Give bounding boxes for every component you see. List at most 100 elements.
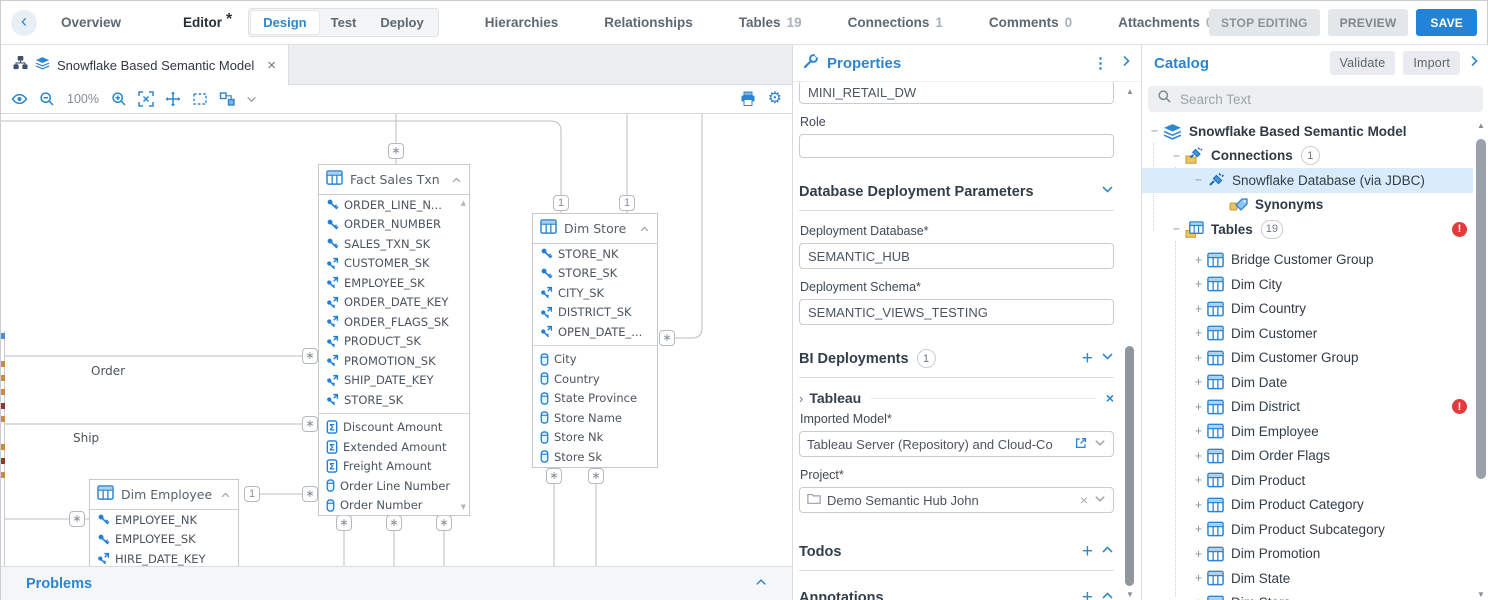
entity-field-row[interactable]: STORE_SK [319,390,469,410]
marquee-select-icon[interactable] [192,91,208,107]
entity-field-row[interactable]: ΣDiscount Amount [319,418,469,438]
mode-deploy[interactable]: Deploy [368,11,435,34]
entity-collapse-chevron-icon[interactable] [220,485,231,504]
deployment-database-field[interactable] [799,243,1114,269]
entity-header[interactable]: Fact Sales Txn [319,165,469,195]
tree-item-dim-city[interactable]: +Dim City [1142,272,1473,297]
tab-close-icon[interactable]: × [267,58,276,73]
save-button[interactable]: SAVE [1416,9,1477,36]
tree-item-snowflake-based-semantic-model[interactable]: −Snowflake Based Semantic Model [1142,119,1473,144]
tree-expander[interactable]: + [1192,253,1205,267]
preview-button[interactable]: PREVIEW [1328,9,1409,36]
catalog-scrollbar[interactable]: ▲ ▼ [1473,119,1488,600]
catalog-search[interactable] [1148,86,1483,112]
import-button[interactable]: Import [1403,51,1460,75]
entity-field-row[interactable]: ORDER_FLAGS_SK [319,312,469,332]
stop-editing-button[interactable]: STOP EDITING [1209,9,1320,36]
entity-fact-sales-txn[interactable]: Fact Sales TxnORDER_LINE_N...ORDER_NUMBE… [318,164,470,516]
fit-to-screen-icon[interactable] [138,91,154,107]
clear-project-icon[interactable]: × [1080,492,1088,508]
diagram-canvas[interactable]: Order Ship Fact Sales TxnORDER_LINE_N...… [1,114,792,566]
tree-item-dim-country[interactable]: +Dim Country [1142,297,1473,322]
entity-field-row[interactable]: Country [533,369,657,389]
tree-item-synonyms[interactable]: Synonyms [1142,193,1473,218]
add-todo-button[interactable]: + [1082,545,1093,559]
tree-item-dim-employee[interactable]: +Dim Employee [1142,419,1473,444]
toolbar-dropdown-caret-icon[interactable] [246,94,257,105]
tree-item-dim-product[interactable]: +Dim Product [1142,468,1473,493]
entity-field-row[interactable]: EMPLOYEE_SK [90,530,238,550]
entity-field-row[interactable]: ORDER_DATE_KEY [319,293,469,313]
tree-expander[interactable]: + [1192,547,1205,561]
entity-collapse-chevron-icon[interactable] [639,219,650,238]
tree-expander[interactable]: + [1192,375,1205,389]
mode-test[interactable]: Test [319,11,369,34]
tree-expander[interactable]: − [1170,149,1183,163]
mode-design[interactable]: Design [251,11,318,34]
properties-collapse-chevron-icon[interactable] [1120,54,1133,73]
entity-field-row[interactable]: CITY_SK [533,283,657,303]
entity-field-row[interactable]: Store Name [533,408,657,428]
imported-model-select[interactable]: Tableau Server (Repository) and Cloud-Co [799,431,1114,457]
remove-tableau-deployment-icon[interactable]: × [1106,390,1114,406]
entity-scroll-down-icon[interactable]: ▼ [461,503,466,511]
nav-comments[interactable]: Comments0 [989,15,1072,30]
tree-item-dim-product-subcategory[interactable]: +Dim Product Subcategory [1142,517,1473,542]
tree-expander[interactable]: + [1192,424,1205,438]
entity-field-row[interactable]: City [533,350,657,370]
tree-expander[interactable]: + [1192,400,1205,414]
entity-dim-employee[interactable]: Dim EmployeeEMPLOYEE_NKEMPLOYEE_SKHIRE_D… [89,479,239,566]
entity-field-row[interactable]: SALES_TXN_SK [319,234,469,254]
imported-model-dropdown-chevron-icon[interactable] [1094,437,1106,452]
entity-field-row[interactable]: CUSTOMER_SK [319,254,469,274]
entity-field-row[interactable]: Order Line Number [319,476,469,496]
tree-item-dim-customer[interactable]: +Dim Customer [1142,321,1473,346]
search-input[interactable] [1180,92,1430,107]
tree-expander[interactable]: + [1192,596,1205,600]
role-field[interactable] [799,134,1114,158]
entity-scroll-up-icon[interactable]: ▲ [461,199,466,207]
relationship-label-ship[interactable]: Ship [73,431,99,445]
tree-expander[interactable]: + [1192,277,1205,291]
entity-field-row[interactable]: STORE_SK [533,264,657,284]
problems-collapse-chevron-icon[interactable] [754,575,768,593]
entity-field-row[interactable]: Store Nk [533,428,657,448]
entity-field-row[interactable]: EMPLOYEE_SK [319,273,469,293]
tree-expander[interactable]: + [1192,326,1205,340]
print-icon[interactable] [740,91,756,107]
add-bi-deployment-button[interactable]: + [1082,352,1093,366]
tree-expander[interactable]: + [1192,473,1205,487]
tree-expander[interactable]: + [1192,571,1205,585]
tree-item-dim-customer-group[interactable]: +Dim Customer Group [1142,346,1473,371]
back-button[interactable]: ‹ [11,10,37,36]
tree-expander[interactable]: + [1192,522,1205,536]
model-tab[interactable]: Snowflake Based Semantic Model × [1,45,289,85]
tree-item-dim-district[interactable]: +Dim District! [1142,395,1473,420]
pan-move-icon[interactable] [165,91,181,107]
zoom-in-icon[interactable] [111,91,127,107]
bi-deployments-collapse-chevron-icon[interactable] [1101,350,1114,368]
nav-overview[interactable]: Overview [61,15,121,30]
entity-field-row[interactable]: Order Number [319,496,469,516]
properties-scrollbar[interactable]: ▲ ▼ [1123,85,1137,599]
entity-field-row[interactable]: OPEN_DATE_... [533,322,657,342]
auto-layout-icon[interactable] [219,91,235,107]
entity-field-row[interactable]: State Province [533,389,657,409]
scroll-up-arrow-icon[interactable]: ▲ [1477,121,1485,130]
annotations-collapse-chevron-icon[interactable] [1101,589,1114,600]
tree-expander[interactable]: − [1148,124,1161,138]
tree-item-dim-date[interactable]: +Dim Date [1142,370,1473,395]
zoom-out-icon[interactable] [39,91,55,107]
scroll-down-arrow-icon[interactable]: ▼ [1126,590,1134,599]
visibility-eye-icon[interactable] [11,91,28,107]
todos-collapse-chevron-icon[interactable] [1101,543,1114,561]
tree-expander[interactable]: − [1170,222,1183,236]
nav-relationships[interactable]: Relationships [604,15,693,30]
tree-item-dim-state[interactable]: +Dim State [1142,566,1473,591]
db-deployment-collapse-chevron-icon[interactable] [1101,183,1114,201]
warehouse-field[interactable] [799,82,1114,104]
nav-connections[interactable]: Connections1 [848,15,943,30]
open-external-link-icon[interactable] [1074,436,1088,453]
add-annotation-button[interactable]: + [1082,591,1093,600]
scroll-down-arrow-icon[interactable]: ▼ [1477,590,1485,599]
